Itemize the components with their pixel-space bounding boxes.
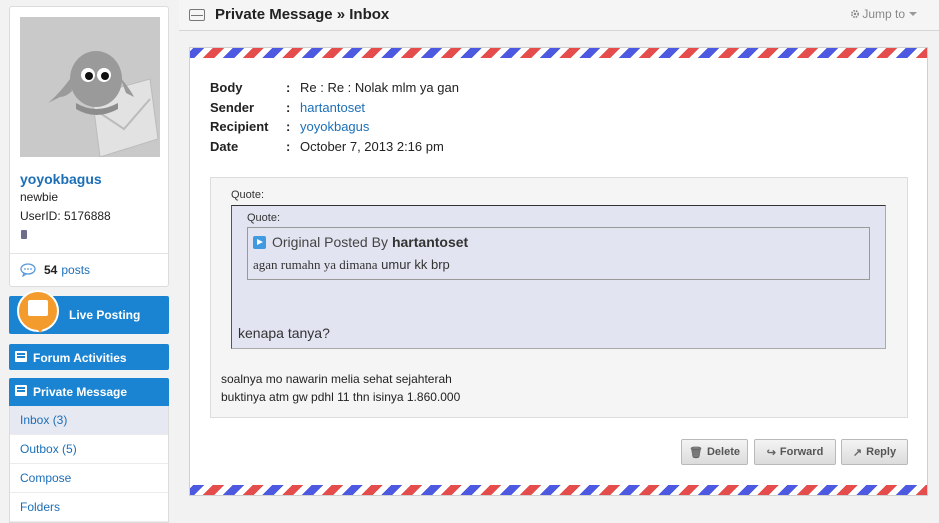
message-body: Quote: Quote: Original Posted By hartant… — [210, 177, 908, 418]
nested-quote-block: Original Posted By hartantoset agan ruma… — [247, 227, 870, 280]
page-header: Private Message » Inbox Jump to — [179, 0, 939, 31]
message-meta: Body : Re : Re : Nolak mlm ya gan Sender… — [210, 80, 459, 158]
delete-label: Delete — [706, 446, 740, 458]
reply-icon: ↗ — [852, 446, 863, 459]
original-text-serif: agan rumahn ya dimana — [253, 257, 378, 272]
list-icon — [15, 351, 27, 362]
message-panel: Body : Re : Re : Nolak mlm ya gan Sender… — [189, 47, 928, 496]
message-subject: Re : Re : Nolak mlm ya gan — [300, 80, 459, 95]
pm-menu: Inbox (3) Outbox (5) Compose Folders — [9, 406, 169, 523]
pm-item-outbox[interactable]: Outbox (5) — [10, 435, 168, 464]
page-title: Private Message » Inbox — [215, 6, 390, 23]
colon: : — [286, 138, 291, 154]
posts-count: 54 — [44, 263, 58, 277]
live-posting-button[interactable]: Live Posting — [9, 290, 169, 334]
colon: : — [286, 119, 291, 134]
original-text-rest: umur kk brp — [377, 257, 450, 272]
recipient-key: Recipient — [210, 119, 269, 134]
reply-button[interactable]: ↗ Reply — [841, 439, 908, 465]
divider — [10, 253, 168, 254]
user-id: UserID: 5176888 — [20, 209, 111, 223]
meta-sender-row: Sender : hartantoset — [210, 100, 459, 120]
quote-label: Quote: — [231, 189, 265, 201]
gear-icon — [851, 9, 860, 19]
user-rank: newbie — [20, 190, 59, 204]
envelope-icon — [15, 385, 27, 396]
forward-icon: ↪ — [766, 446, 776, 459]
recipient-link[interactable]: yoyokbagus — [300, 119, 369, 139]
message-date: October 7, 2013 2:16 pm — [300, 138, 444, 154]
posts-link[interactable]: posts — [61, 263, 90, 277]
sender-key: Sender — [210, 99, 255, 115]
posts-stat: 54 posts — [20, 263, 90, 277]
forum-activities-button[interactable]: Forum Activities — [9, 344, 169, 370]
pm-item-compose[interactable]: Compose — [10, 464, 168, 493]
private-message-button[interactable]: Private Message — [9, 378, 169, 406]
live-posting-label: Live Posting — [69, 308, 141, 322]
quote-block: Quote: Original Posted By hartantoset ag… — [231, 205, 886, 349]
nested-quote-label: Quote: — [247, 212, 281, 224]
mascot-icon — [48, 51, 159, 158]
meta-date-row: Date : October 7, 2013 2:16 pm — [210, 139, 459, 159]
sender-link[interactable]: hartantoset — [300, 100, 365, 120]
private-message-label: Private Message — [33, 385, 128, 399]
meta-recipient-row: Recipient : yoyokbagus — [210, 119, 459, 139]
reply-label: Reply — [866, 446, 897, 458]
sidebar: yoyokbagus newbie UserID: 5176888 54 pos… — [9, 6, 169, 523]
profile-card: yoyokbagus newbie UserID: 5176888 54 pos… — [9, 6, 169, 287]
airmail-border-bottom — [190, 485, 927, 495]
message-line-2: buktinya atm gw pdhl 11 thn isinya 1.860… — [221, 390, 461, 404]
jump-to-dropdown[interactable]: Jump to — [850, 7, 917, 21]
message-line-1: soalnya mo nawarin melia sehat sejahtera… — [221, 372, 452, 386]
date-key: Date — [210, 138, 239, 154]
trash-icon: 🗑︎ — [689, 446, 703, 459]
jump-to-label: Jump to — [862, 7, 905, 21]
username[interactable]: yoyokbagus — [20, 171, 102, 187]
pm-item-inbox[interactable]: Inbox (3) — [10, 406, 168, 435]
chevron-down-icon — [909, 12, 917, 16]
forum-activities-label: Forum Activities — [33, 351, 127, 365]
forward-button[interactable]: ↪ Forward — [754, 439, 836, 465]
meta-body-row: Body : Re : Re : Nolak mlm ya gan — [210, 80, 459, 100]
colon: : — [286, 99, 291, 115]
original-text: agan rumahn ya dimana umur kk brp — [253, 257, 450, 273]
envelope-icon — [189, 9, 205, 21]
original-posted-by: Original Posted By hartantoset — [253, 234, 468, 250]
avatar[interactable] — [20, 17, 160, 158]
delete-button[interactable]: 🗑︎ Delete — [681, 439, 748, 465]
airmail-border-top — [190, 48, 927, 58]
view-post-icon[interactable] — [253, 235, 266, 249]
reputation-bar — [21, 230, 27, 239]
body-key: Body — [210, 80, 243, 95]
original-author: hartantoset — [391, 234, 469, 250]
forward-label: Forward — [779, 446, 824, 458]
pm-item-folders[interactable]: Folders — [10, 493, 168, 522]
quoted-reply-text: kenapa tanya? — [238, 325, 330, 341]
speech-bubble-icon — [20, 263, 36, 277]
live-posting-icon — [17, 290, 59, 333]
colon: : — [286, 80, 291, 95]
original-posted-by-label: Original Posted By — [272, 234, 388, 250]
